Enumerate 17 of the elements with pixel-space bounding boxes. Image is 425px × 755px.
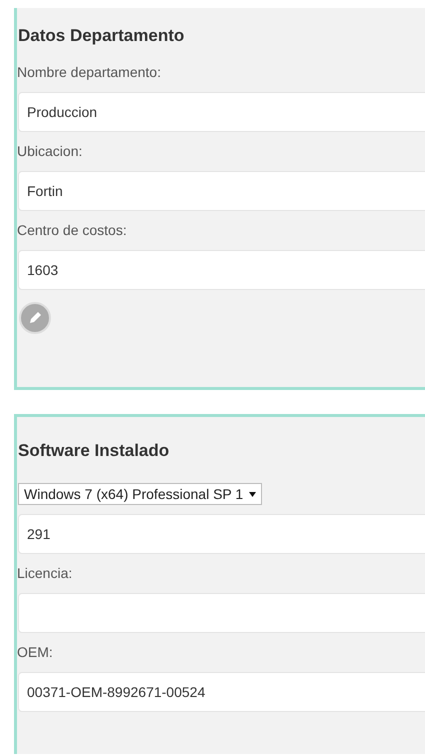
pencil-icon — [27, 310, 43, 326]
dropdown-select[interactable]: Windows 7 (x64) Professional SP 1 — [18, 483, 262, 505]
text-field[interactable]: 291 — [18, 514, 425, 554]
caret-icon — [249, 492, 256, 496]
field-label: Centro de costos: — [17, 222, 128, 238]
text-field[interactable]: Produccion — [18, 92, 425, 132]
section-title: Software Instalado — [17, 441, 170, 461]
field-label: Ubicacion: — [17, 143, 84, 159]
field-label: Licencia: — [17, 565, 74, 581]
text-field[interactable] — [18, 593, 425, 633]
field-label: Nombre departamento: — [17, 64, 162, 80]
text-field[interactable]: 00371-OEM-8992671-00524 — [18, 672, 425, 712]
edit-button[interactable] — [19, 302, 51, 334]
field-label: OEM: — [17, 644, 54, 660]
text-field[interactable]: 1603 — [18, 250, 425, 290]
text-field[interactable]: Fortin — [18, 171, 425, 211]
section-title: Datos Departamento — [17, 26, 186, 46]
